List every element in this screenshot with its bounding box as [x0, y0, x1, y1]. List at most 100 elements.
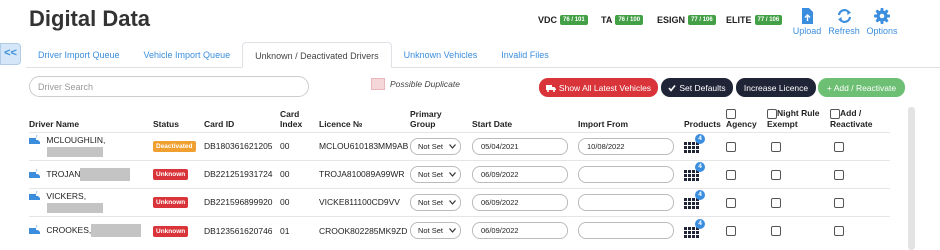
card-id: DB221596899920	[204, 187, 280, 217]
counter-badge: 76 / 101	[560, 15, 588, 25]
tab-unknown-vehicles[interactable]: Unknown Vehicles	[392, 42, 490, 68]
add-reactivate-checkbox[interactable]	[834, 141, 844, 152]
edit-driver-icon[interactable]: ?	[29, 225, 40, 236]
svg-text:?: ?	[35, 191, 38, 196]
import-from-cell	[578, 159, 684, 189]
night-rule-checkbox[interactable]	[771, 141, 781, 152]
card-index: 00	[280, 159, 319, 189]
primary-group-select[interactable]: Not Set	[410, 222, 461, 239]
driver-name-cell: ? VICKERS,	[29, 187, 153, 217]
table-row: ? TROJAN Unknown DB221251931724 00 TROJA…	[29, 159, 890, 189]
tab-invalid-files[interactable]: Invalid Files	[489, 42, 561, 68]
primary-group-select[interactable]: Not Set	[410, 137, 461, 155]
add-reactivate-checkbox[interactable]	[834, 197, 844, 208]
increase-licence-button[interactable]: Increase Licence	[736, 78, 816, 97]
drivers-table: Driver Name Status Card ID Card Index Lic…	[29, 108, 890, 245]
licence-number: CROOK802285MK9ZD	[319, 215, 410, 245]
start-date-cell: 05/04/2021	[472, 131, 578, 161]
start-date-input[interactable]: 05/04/2021	[472, 137, 568, 155]
tab-vehicle-import-queue[interactable]: Vehicle Import Queue	[132, 42, 243, 68]
licence-number: VICKE811100CD9VV	[319, 187, 410, 217]
agency-checkbox[interactable]	[726, 197, 736, 208]
redacted-name	[91, 224, 142, 237]
table-header-row: Driver Name Status Card ID Card Index Lic…	[29, 108, 890, 132]
add-reactivate-checkbox[interactable]	[834, 169, 844, 180]
driver-name-cell: ? CROOKES,	[29, 215, 153, 245]
status-cell: Unknown	[153, 215, 204, 245]
add-reactivate-checkbox[interactable]	[834, 225, 844, 236]
status-cell: Unknown	[153, 187, 204, 217]
add-reactivate-select-all-checkbox[interactable]	[830, 108, 840, 119]
show-all-label: Show All Latest Vehicles	[558, 82, 652, 93]
agency-checkbox[interactable]	[726, 141, 736, 152]
driver-search-input[interactable]	[29, 76, 309, 97]
counter-label: ESIGN	[657, 15, 686, 25]
agency-checkbox[interactable]	[726, 225, 736, 236]
driver-name-cell: ? MCLOUGHLIN,	[29, 131, 153, 161]
counter-label: ELITE	[726, 15, 752, 25]
products-cell: 4	[684, 159, 726, 189]
agency-checkbox[interactable]	[726, 169, 736, 180]
collapse-sidebar-button[interactable]: <<	[0, 43, 21, 65]
col-card-index: Card Index	[280, 108, 303, 129]
upload-button[interactable]: Upload	[789, 8, 825, 36]
status-badge: Unknown	[153, 197, 189, 209]
start-date-cell: 06/09/2022	[472, 215, 578, 245]
start-date-input[interactable]: 06/09/2022	[472, 165, 568, 183]
products-count: 4	[695, 134, 705, 145]
increase-licence-label: Increase Licence	[743, 82, 809, 93]
edit-driver-icon[interactable]: ?	[29, 191, 40, 202]
import-from-input[interactable]	[578, 222, 674, 239]
gear-icon	[874, 8, 890, 24]
vertical-scrollbar[interactable]	[908, 107, 915, 250]
svg-text:?: ?	[35, 135, 38, 140]
col-import-from: Import From	[578, 118, 629, 129]
import-from-input[interactable]	[578, 193, 674, 211]
options-button[interactable]: Options	[864, 8, 900, 36]
col-add-reactivate: Add / Reactivate	[830, 108, 873, 129]
card-index: 00	[280, 131, 319, 161]
import-from-input[interactable]	[578, 165, 674, 183]
possible-duplicate-legend: Possible Duplicate	[371, 78, 460, 90]
edit-driver-icon[interactable]: ?	[29, 135, 40, 146]
agency-cell	[726, 159, 767, 189]
counter-label: TA	[601, 15, 613, 25]
chevron-down-icon	[449, 143, 456, 149]
agency-select-all-checkbox[interactable]	[726, 108, 736, 119]
night-rule-cell	[767, 187, 830, 217]
table-row: ? MCLOUGHLIN, Deactivated DB180361621205…	[29, 131, 890, 161]
products-count: 4	[695, 218, 705, 229]
col-status: Status	[153, 118, 179, 129]
driver-name: MCLOUGHLIN,	[46, 135, 106, 146]
products-icon[interactable]: 4	[684, 190, 708, 210]
products-icon[interactable]: 4	[684, 134, 708, 154]
edit-driver-icon[interactable]: ?	[29, 169, 40, 180]
show-all-latest-vehicles-button[interactable]: Show All Latest Vehicles	[539, 78, 658, 97]
products-count: 4	[695, 162, 705, 173]
night-rule-select-all-checkbox[interactable]	[767, 108, 777, 119]
add-reactivate-cell	[830, 159, 890, 189]
import-from-input[interactable]: 10/08/2022	[578, 137, 674, 155]
add-reactivate-cell	[830, 187, 890, 217]
add-reactivate-button[interactable]: + Add / Reactivate	[818, 78, 905, 97]
col-products: Products	[684, 118, 721, 129]
primary-group-select[interactable]: Not Set	[410, 193, 461, 211]
products-icon[interactable]: 4	[684, 162, 708, 182]
truck-icon	[545, 84, 556, 92]
tab-driver-import-queue[interactable]: Driver Import Queue	[26, 42, 132, 68]
set-defaults-button[interactable]: Set Defaults	[661, 78, 733, 97]
start-date-input[interactable]: 06/09/2022	[472, 193, 568, 211]
agency-cell	[726, 215, 767, 245]
tab-bar: Driver Import Queue Vehicle Import Queue…	[26, 42, 940, 68]
tab-unknown-deactivated-drivers[interactable]: Unknown / Deactivated Drivers	[242, 42, 392, 68]
driver-name: VICKERS,	[46, 191, 87, 202]
night-rule-checkbox[interactable]	[771, 225, 781, 236]
primary-group-select[interactable]: Not Set	[410, 165, 461, 183]
night-rule-checkbox[interactable]	[771, 197, 781, 208]
group-cell: Not Set	[410, 131, 472, 161]
products-icon[interactable]: 4	[684, 218, 708, 238]
driver-name: TROJAN	[46, 168, 81, 179]
refresh-button[interactable]: Refresh	[826, 8, 862, 36]
start-date-input[interactable]: 06/09/2022	[472, 222, 568, 239]
night-rule-checkbox[interactable]	[771, 169, 781, 180]
